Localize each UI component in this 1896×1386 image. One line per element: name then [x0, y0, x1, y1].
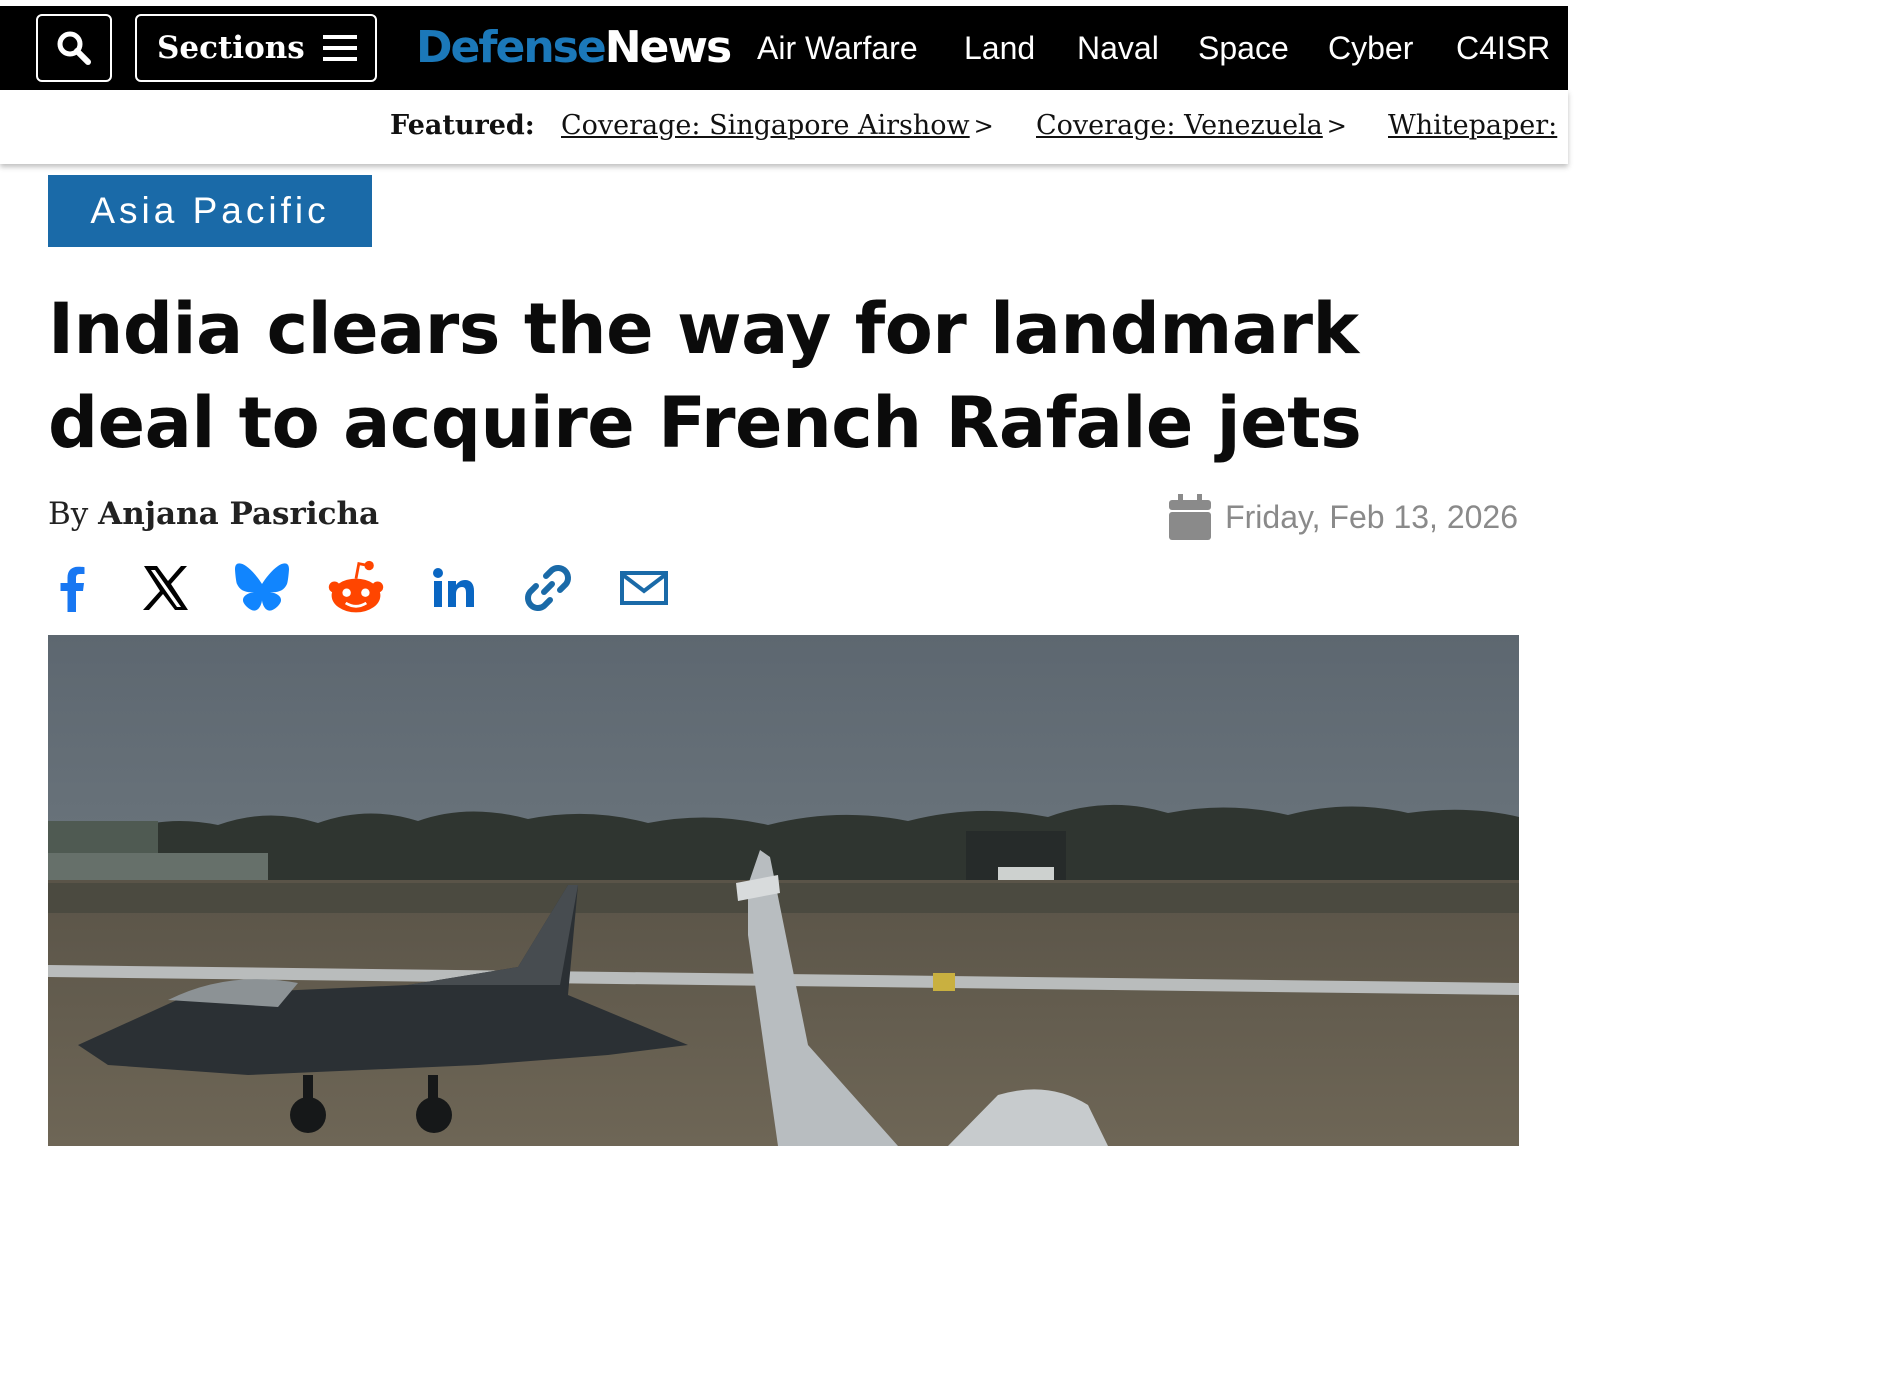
- rafale-jets-photo: [48, 635, 1519, 1146]
- header-bar: Sections DefenseNews Air Warfare Land Na…: [0, 6, 1568, 90]
- linkedin-icon: [433, 568, 474, 607]
- search-icon: [57, 31, 91, 65]
- chevron-right-icon: >: [1326, 112, 1347, 140]
- featured-link-whitepaper[interactable]: Whitepaper:: [1388, 110, 1557, 141]
- share-email-button[interactable]: [614, 558, 674, 618]
- hamburger-icon: [322, 35, 357, 61]
- nav-air-warfare[interactable]: Air Warfare: [757, 16, 918, 80]
- defensenews-logo[interactable]: DefenseNews: [416, 16, 732, 80]
- publish-date-text: Friday, Feb 13, 2026: [1225, 498, 1518, 535]
- share-bluesky-button[interactable]: [232, 558, 292, 618]
- reddit-icon: [328, 560, 384, 613]
- publish-date: Friday, Feb 13, 2026: [1169, 494, 1518, 540]
- email-icon: [620, 571, 668, 605]
- share-x-button[interactable]: [136, 558, 196, 618]
- nav-cyber[interactable]: Cyber: [1328, 16, 1413, 80]
- byline-prefix: By: [48, 496, 89, 532]
- copy-link-button[interactable]: [518, 558, 578, 618]
- nav-land[interactable]: Land: [964, 16, 1035, 80]
- calendar-icon: [1169, 494, 1212, 540]
- link-icon: [525, 565, 571, 611]
- facebook-icon: [60, 566, 85, 612]
- featured-label: Featured:: [390, 110, 535, 141]
- article-headline: India clears the way for landmark deal t…: [48, 288, 1362, 464]
- chevron-right-icon: >: [973, 112, 994, 140]
- featured-bar: Featured: Coverage: Singapore Airshow > C…: [0, 90, 1568, 164]
- bluesky-icon: [235, 563, 289, 611]
- share-reddit-button[interactable]: [326, 558, 386, 618]
- share-facebook-button[interactable]: [42, 558, 102, 618]
- search-button[interactable]: [36, 14, 112, 82]
- author-link[interactable]: Anjana Pasricha: [98, 496, 379, 532]
- x-icon: [143, 566, 188, 610]
- featured-link-singapore-airshow[interactable]: Coverage: Singapore Airshow >: [561, 110, 994, 141]
- nav-c4isr[interactable]: C4ISR: [1456, 16, 1550, 80]
- byline: By Anjana Pasricha: [48, 496, 379, 532]
- nav-naval[interactable]: Naval: [1077, 16, 1159, 80]
- category-tag[interactable]: Asia Pacific: [48, 175, 372, 247]
- sections-menu-button[interactable]: Sections: [135, 14, 377, 82]
- nav-space[interactable]: Space: [1198, 16, 1289, 80]
- sections-label: Sections: [157, 30, 305, 66]
- share-linkedin-button[interactable]: [424, 558, 484, 618]
- hero-image: [48, 635, 1519, 1146]
- featured-link-venezuela[interactable]: Coverage: Venezuela >: [1036, 110, 1347, 141]
